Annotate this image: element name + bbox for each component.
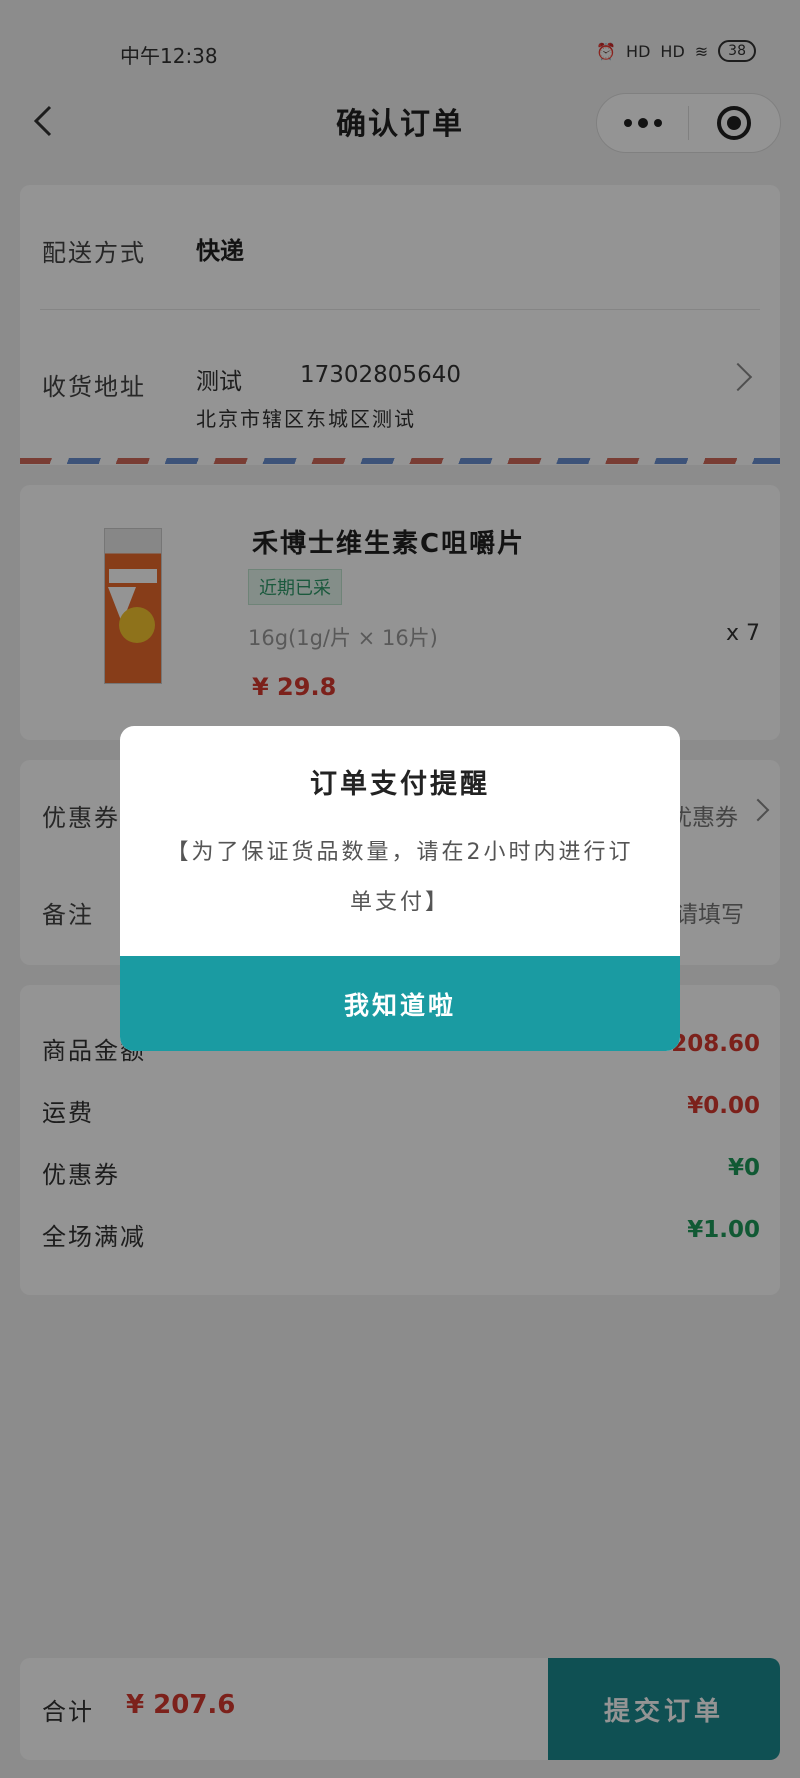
dialog-message: 【为了保证货品数量，请在2小时内进行订单支付】	[166, 840, 634, 915]
acknowledge-button[interactable]: 我知道啦	[120, 956, 680, 1051]
dialog-title: 订单支付提醒	[310, 769, 490, 800]
payment-reminder-dialog: 订单支付提醒 【为了保证货品数量，请在2小时内进行订单支付】 我知道啦	[120, 726, 680, 1051]
